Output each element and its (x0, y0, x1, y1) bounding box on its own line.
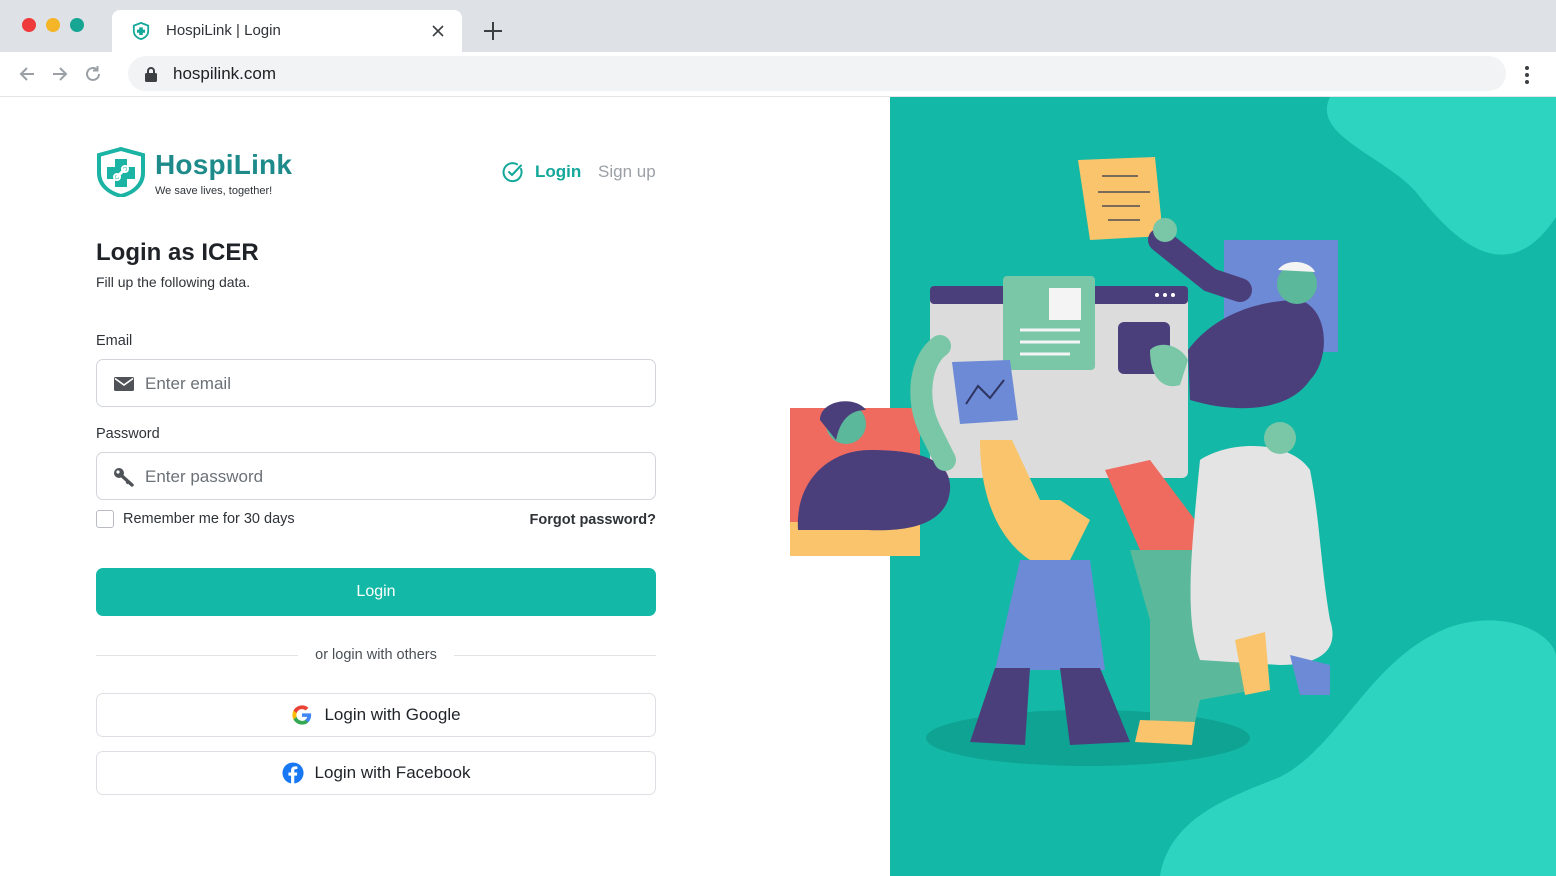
page-title: Login as ICER (96, 239, 259, 266)
brand-logo[interactable]: HospiLink We save lives, together! (96, 147, 296, 199)
remember-checkbox[interactable] (96, 510, 114, 528)
tab-login[interactable]: Login (502, 160, 581, 184)
plus-icon[interactable] (482, 20, 504, 42)
remember-label: Remember me for 30 days (123, 511, 295, 527)
browser-chrome: HospiLink | Login hospilink.com (0, 0, 1556, 97)
illustration-panel (890, 97, 1556, 876)
minimize-window-button[interactable] (46, 18, 60, 32)
divider: or login with others (96, 645, 656, 665)
tab-login-label: Login (535, 162, 582, 181)
back-arrow-icon[interactable] (17, 64, 37, 84)
reload-icon[interactable] (83, 64, 103, 84)
password-label: Password (96, 426, 160, 442)
forgot-password-link[interactable]: Forgot password? (530, 512, 656, 528)
close-window-button[interactable] (22, 18, 36, 32)
google-login-button[interactable]: Login with Google (96, 693, 656, 737)
browser-toolbar: hospilink.com (0, 52, 1556, 97)
check-circle-icon (502, 162, 523, 183)
facebook-login-button[interactable]: Login with Facebook (96, 751, 656, 795)
maximize-window-button[interactable] (70, 18, 84, 32)
url-text: hospilink.com (173, 64, 276, 83)
browser-tab[interactable]: HospiLink | Login (112, 10, 462, 52)
divider-text: or login with others (315, 647, 437, 663)
lock-icon (145, 67, 157, 82)
google-login-label: Login with Google (324, 705, 461, 724)
facebook-login-label: Login with Facebook (314, 763, 471, 782)
shield-logo-icon (97, 147, 145, 197)
brand-name: HospiLink (155, 149, 293, 180)
brand-tagline: We save lives, together! (155, 185, 273, 197)
email-input[interactable] (145, 372, 625, 396)
login-panel: HospiLink We save lives, together! Login… (0, 97, 890, 876)
google-icon (292, 705, 312, 725)
forward-arrow-icon[interactable] (50, 64, 70, 84)
facebook-icon (281, 762, 304, 784)
email-label: Email (96, 333, 133, 349)
login-page: HospiLink We save lives, together! Login… (0, 97, 1556, 876)
background-blobs (1160, 97, 1556, 876)
email-field[interactable] (96, 359, 656, 407)
tab-signup[interactable]: Sign up (598, 162, 656, 182)
password-input[interactable] (145, 465, 625, 489)
close-icon[interactable] (430, 23, 446, 39)
envelope-icon (114, 377, 134, 391)
password-field[interactable] (96, 452, 656, 500)
kebab-menu-icon[interactable] (1524, 65, 1530, 85)
page-subtitle: Fill up the following data. (96, 274, 251, 290)
key-icon (114, 468, 134, 487)
address-bar[interactable]: hospilink.com (128, 56, 1506, 91)
tab-title: HospiLink | Login (166, 22, 281, 39)
remember-me[interactable]: Remember me for 30 days (96, 510, 295, 528)
shield-favicon-icon (132, 22, 150, 40)
login-button[interactable]: Login (96, 568, 656, 616)
